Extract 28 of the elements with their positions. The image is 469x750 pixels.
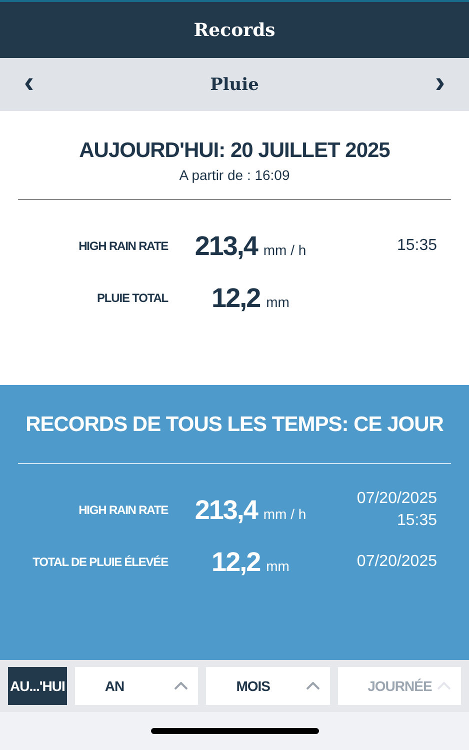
record-value: 213,4 <box>194 494 258 526</box>
period-tab[interactable]: AN <box>74 667 198 705</box>
caret-up-icon <box>174 682 188 690</box>
since-time: A partir de : 16:09 <box>179 167 290 183</box>
period-tab[interactable]: MOIS <box>206 667 330 705</box>
record-value: 12,2 <box>212 546 260 578</box>
caret-up-icon <box>306 682 320 690</box>
caret-up-icon <box>437 682 452 690</box>
previous-button[interactable]: ‹ <box>18 68 40 102</box>
record-time: 15:35 <box>396 236 438 256</box>
next-button[interactable]: › <box>429 68 451 102</box>
record-value: 12,2 <box>212 282 260 314</box>
record-label: PLUIE TOTAL <box>96 291 168 305</box>
record-label: HIGH RAIN RATE <box>78 239 168 253</box>
unit-label: mm <box>266 558 290 574</box>
period-tab[interactable]: AU...'HUI <box>8 667 67 705</box>
record-time: 07/20/2025 15:35 <box>356 488 438 531</box>
unit-label: mm / h <box>263 506 306 522</box>
record-value: 213,4 <box>194 230 258 262</box>
section-title: AUJOURD'HUI: 20 JUILLET 2025 <box>79 139 390 163</box>
section-title: RECORDS DE TOUS LES TEMPS: CE JOUR <box>26 413 444 437</box>
header-title: Records <box>194 20 276 40</box>
record-label: TOTAL DE PLUIE ÉLEVÉE <box>32 555 168 569</box>
unit-label: mm / h <box>263 242 306 258</box>
record-label: HIGH RAIN RATE <box>78 503 168 517</box>
category-title: Pluie <box>210 74 259 94</box>
record-time: 07/20/2025 <box>356 552 438 572</box>
unit-label: mm <box>266 294 290 310</box>
